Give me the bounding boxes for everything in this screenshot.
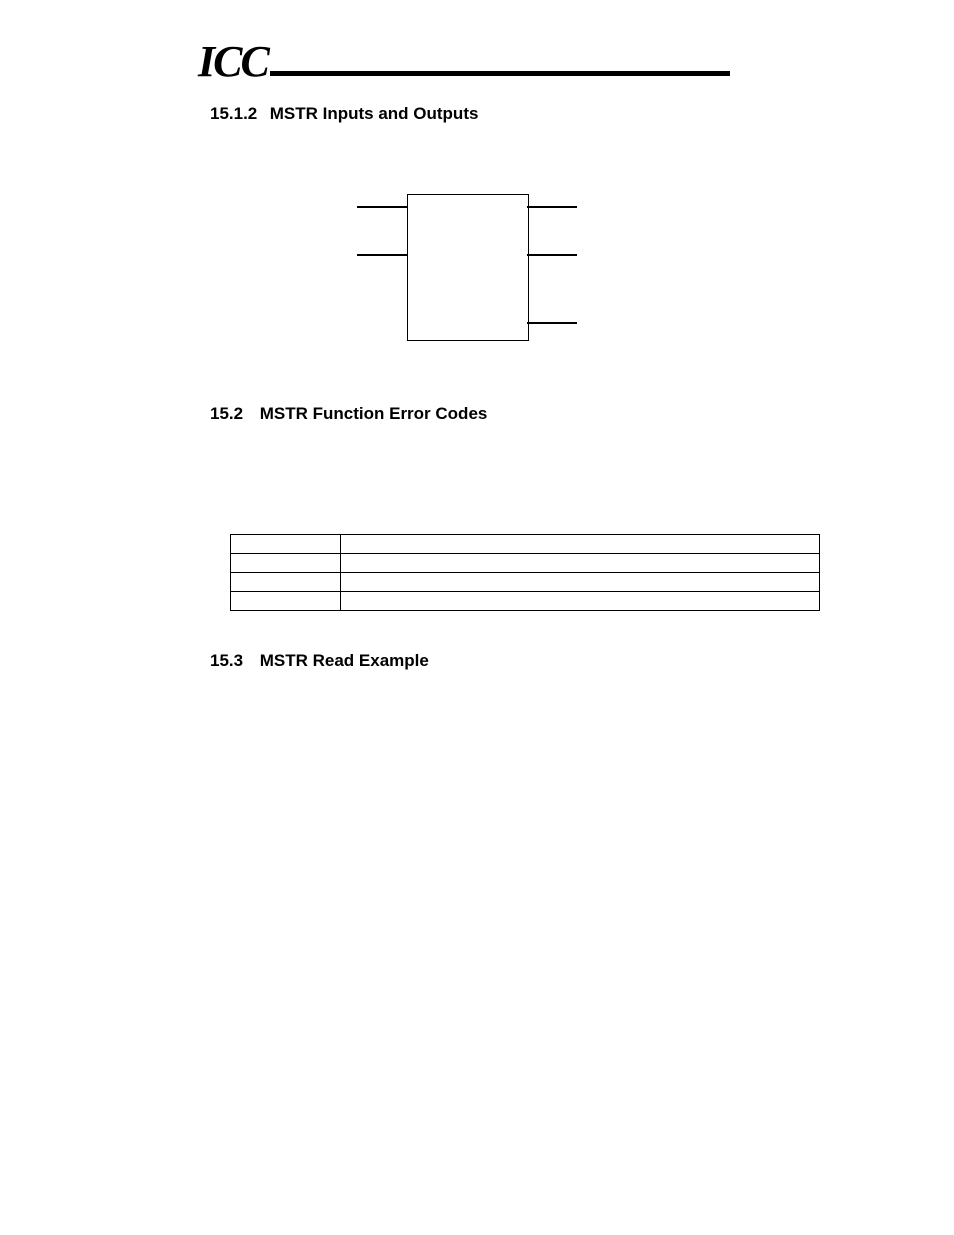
header-rule <box>270 71 730 76</box>
block-box <box>407 194 529 341</box>
cell-code <box>231 592 341 611</box>
wire-output-bot <box>527 322 577 324</box>
section-title: MSTR Inputs and Outputs <box>270 104 479 123</box>
cell-code <box>231 573 341 592</box>
cell-desc <box>341 554 820 573</box>
cell-desc <box>341 573 820 592</box>
table-row <box>231 554 820 573</box>
mstr-block-diagram <box>327 194 627 364</box>
cell-desc <box>341 535 820 554</box>
section-number: 15.2 <box>210 404 255 424</box>
wire-output-mid <box>527 254 577 256</box>
logo-text: ICC <box>198 40 270 84</box>
cell-desc <box>341 592 820 611</box>
wire-output-top <box>527 206 577 208</box>
table-row <box>231 573 820 592</box>
wire-input-top <box>357 206 407 208</box>
cell-code <box>231 554 341 573</box>
section-number: 15.3 <box>210 651 255 671</box>
page: ICC 15.1.2 MSTR Inputs and Outputs 15.2 … <box>0 0 954 731</box>
page-header: ICC <box>198 40 854 84</box>
table-row <box>231 535 820 554</box>
wire-input-mid <box>357 254 407 256</box>
cell-code <box>231 535 341 554</box>
section-title: MSTR Function Error Codes <box>260 404 488 423</box>
table-row <box>231 592 820 611</box>
error-codes-table <box>230 534 820 611</box>
section-title: MSTR Read Example <box>260 651 429 670</box>
section-heading-15-2: 15.2 MSTR Function Error Codes <box>210 404 854 424</box>
section-number: 15.1.2 <box>210 104 265 124</box>
section-heading-15-1-2: 15.1.2 MSTR Inputs and Outputs <box>210 104 854 124</box>
section-heading-15-3: 15.3 MSTR Read Example <box>210 651 854 671</box>
